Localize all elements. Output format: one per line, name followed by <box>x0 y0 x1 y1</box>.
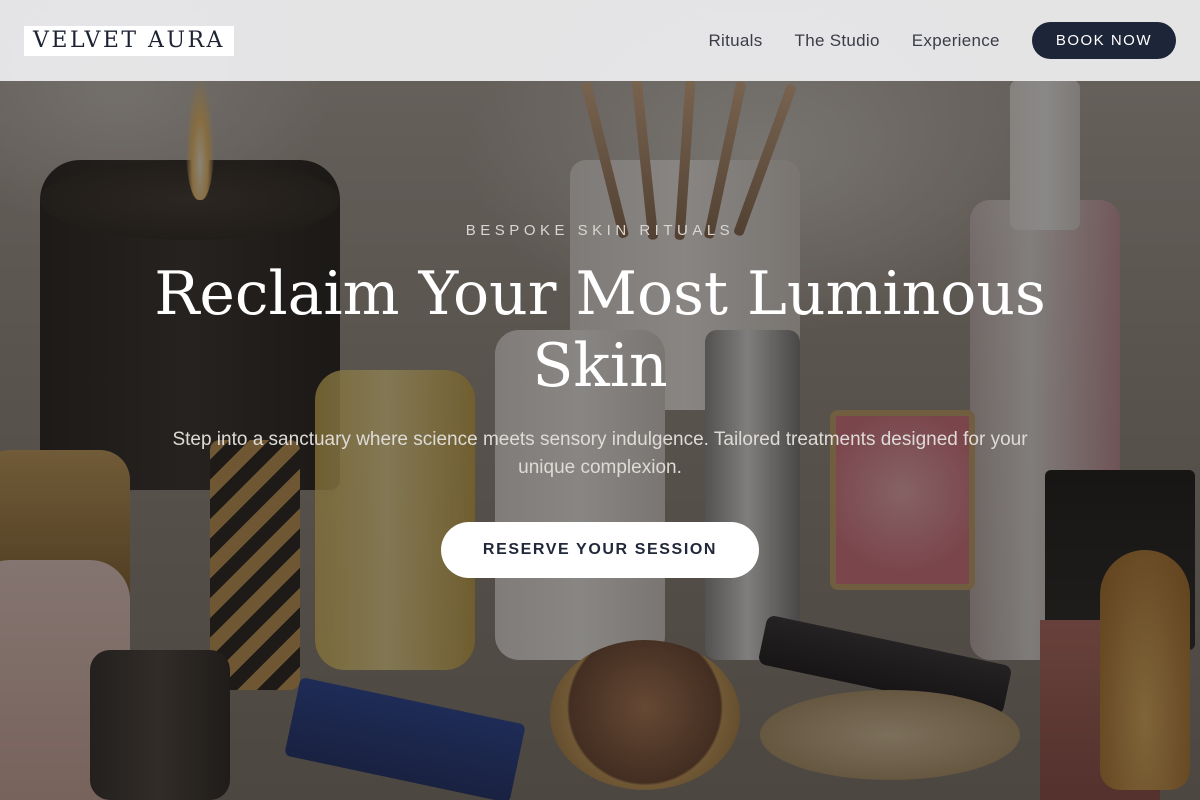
hero-eyebrow: BESPOKE SKIN RITUALS <box>465 222 735 239</box>
nav-link-the-studio[interactable]: The Studio <box>795 31 880 51</box>
hero-section: BESPOKE SKIN RITUALS Reclaim Your Most L… <box>0 0 1200 800</box>
main-nav: Rituals The Studio Experience BOOK NOW <box>708 22 1176 59</box>
brand-logo[interactable]: VELVET AURA <box>24 25 234 56</box>
site-header: VELVET AURA Rituals The Studio Experienc… <box>0 0 1200 81</box>
nav-link-rituals[interactable]: Rituals <box>708 31 762 51</box>
reserve-session-button[interactable]: RESERVE YOUR SESSION <box>441 522 759 578</box>
hero-subtext: Step into a sanctuary where science meet… <box>172 429 1028 478</box>
hero-headline: Reclaim Your Most Luminous Skin <box>154 259 1046 401</box>
nav-link-experience[interactable]: Experience <box>912 31 1000 51</box>
book-now-button[interactable]: BOOK NOW <box>1031 22 1176 59</box>
